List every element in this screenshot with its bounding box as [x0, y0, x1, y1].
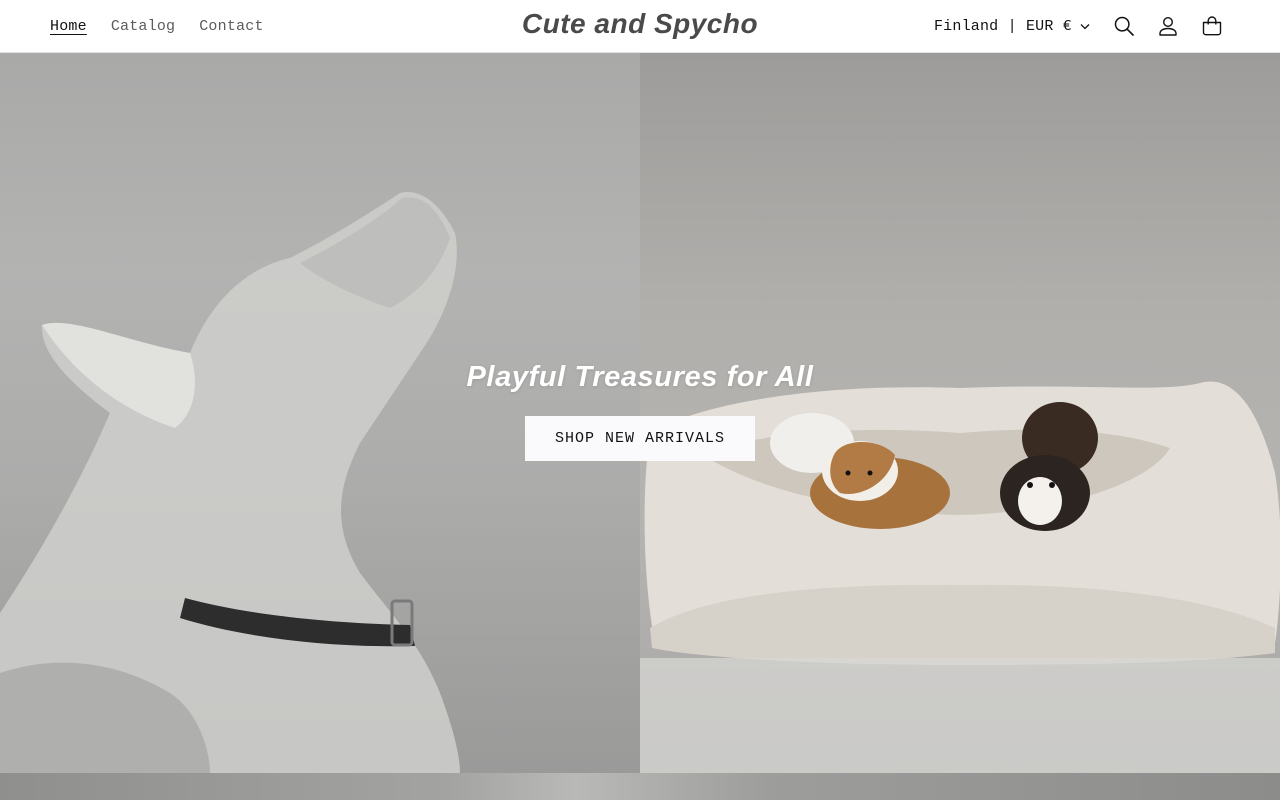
chevron-down-icon — [1080, 18, 1090, 35]
nav-link-catalog[interactable]: Catalog — [111, 18, 175, 35]
account-button[interactable] — [1146, 4, 1190, 48]
site-header: Home Catalog Contact Cute and Spycho Fin… — [0, 0, 1280, 53]
header-actions: Finland | EUR € — [934, 0, 1234, 52]
search-icon — [1114, 16, 1134, 36]
nav-link-home[interactable]: Home — [50, 18, 87, 35]
shop-new-arrivals-button[interactable]: SHOP NEW ARRIVALS — [525, 416, 755, 461]
locale-selector[interactable]: Finland | EUR € — [934, 18, 1090, 35]
search-button[interactable] — [1102, 4, 1146, 48]
cart-icon — [1201, 15, 1223, 37]
hero-banner: Playful Treasures for All SHOP NEW ARRIV… — [0, 53, 1280, 773]
locale-label: Finland | EUR € — [933, 17, 1072, 35]
main-nav: Home Catalog Contact — [50, 0, 264, 52]
store-logo[interactable]: Cute and Spycho — [522, 8, 758, 39]
next-section-preview — [0, 773, 1280, 800]
cart-button[interactable] — [1190, 4, 1234, 48]
hero-content: Playful Treasures for All SHOP NEW ARRIV… — [0, 361, 1280, 461]
account-icon — [1158, 16, 1178, 36]
hero-title: Playful Treasures for All — [466, 361, 814, 393]
nav-link-contact[interactable]: Contact — [199, 18, 263, 35]
